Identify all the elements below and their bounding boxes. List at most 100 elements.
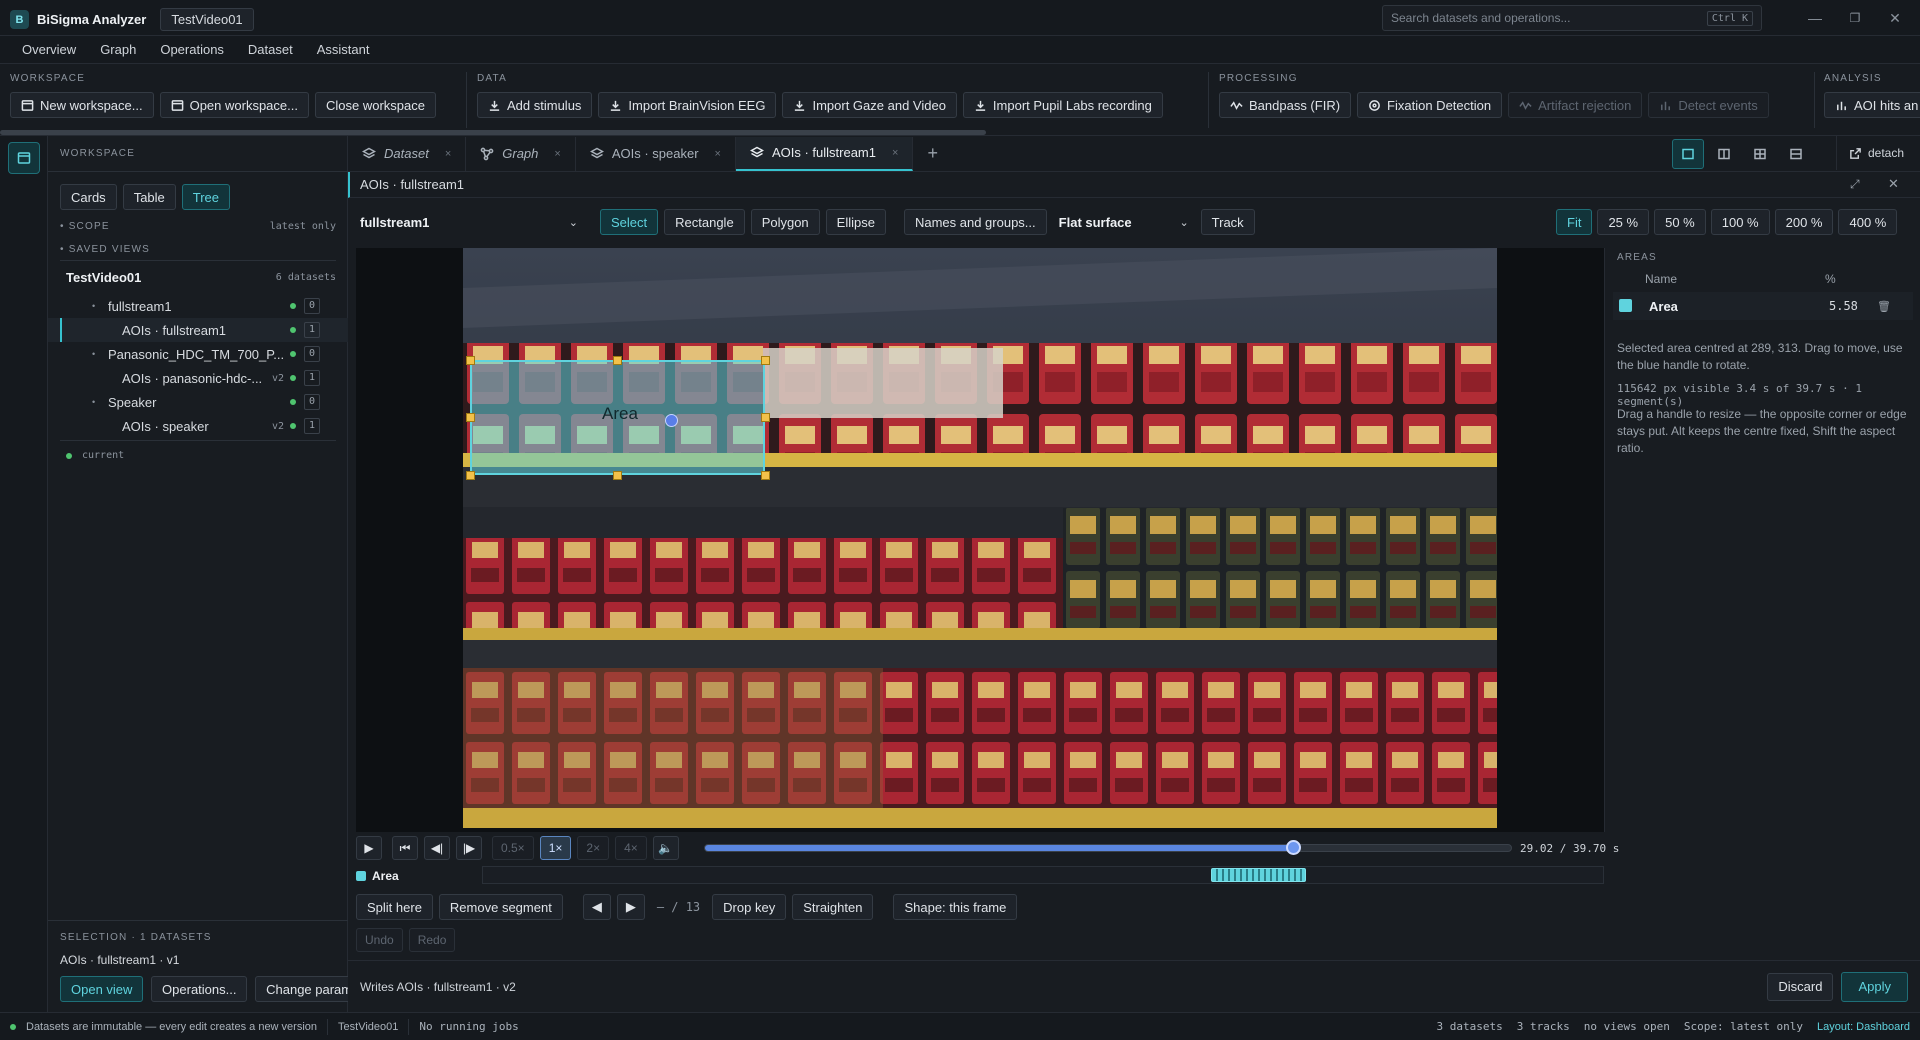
close-workspace-button[interactable]: Close workspace [314,92,436,118]
discard-button[interactable]: Discard [1767,972,1834,1001]
open-workspace-button[interactable]: Open workspace... [159,92,309,118]
tool-polygon-button[interactable]: Polygon [750,209,820,235]
layout-split-icon[interactable] [1708,139,1740,169]
apply-button[interactable]: Apply [1841,971,1908,1002]
menu-dataset[interactable]: Dataset [248,42,293,57]
surface-select[interactable]: Flat surface ⌄ [1053,209,1195,235]
close-window-icon[interactable]: ✕ [1875,10,1915,27]
play-button[interactable]: ▶ [356,836,382,860]
seek-bar[interactable] [704,840,1512,855]
resize-handle-ne[interactable] [761,356,770,365]
add-tab-icon[interactable]: + [913,143,952,164]
tree-item-aois-panasonic[interactable]: AOIs · panasonic-hdc-... v2 1 [48,366,348,390]
straighten-button[interactable]: Straighten [792,894,874,920]
expand-icon[interactable]: ⤢ [1850,177,1860,192]
status-layout[interactable]: Layout: Dashboard [1817,1021,1910,1033]
view-table-tab[interactable]: Table [122,184,176,210]
split-here-button[interactable]: Split here [356,894,433,920]
import-pupil-labs-button[interactable]: Import Pupil Labs recording [962,92,1163,118]
detect-events-button[interactable]: Detect events [1648,92,1769,118]
bandpass-button[interactable]: Bandpass (FIR) [1219,92,1352,118]
menu-graph[interactable]: Graph [100,42,136,57]
resize-handle-n[interactable] [613,356,622,365]
resize-handle-se[interactable] [761,471,770,480]
tree-item-aois-fullstream1[interactable]: AOIs · fullstream1 1 [48,318,348,342]
workspace-panel-toggle[interactable] [8,142,40,174]
change-params-button[interactable]: Change param [255,976,348,1002]
speed-05-button[interactable]: 0.5× [492,836,534,860]
tab-close-icon[interactable]: × [715,148,721,160]
tool-rectangle-button[interactable]: Rectangle [664,209,745,235]
fixation-detection-button[interactable]: Fixation Detection [1357,92,1503,118]
view-tree-tab[interactable]: Tree [181,184,231,210]
step-forward-button[interactable]: |▶ [456,836,482,860]
saved-views-label[interactable]: • SAVED VIEWS [60,244,150,255]
redo-button[interactable]: Redo [408,928,456,952]
zoom-400-button[interactable]: 400 % [1838,209,1898,235]
layout-grid-icon[interactable] [1744,139,1776,169]
tool-ellipse-button[interactable]: Ellipse [825,209,886,235]
view-cards-tab[interactable]: Cards [60,184,117,210]
volume-icon[interactable]: 🔈 [652,836,679,860]
tab-aois-fullstream1[interactable]: AOIs · fullstream1 × [735,136,914,171]
open-view-button[interactable]: Open view [60,976,144,1002]
close-panel-icon[interactable]: ✕ [1888,176,1899,192]
tree-item-fullstream1[interactable]: • fullstream1 0 [48,294,348,318]
seek-thumb[interactable] [1286,840,1302,855]
resize-handle-nw[interactable] [466,356,475,365]
tree-item-speaker[interactable]: • Speaker 0 [48,390,348,414]
trash-icon[interactable]: 🗑 [1877,300,1891,313]
speed-2-button[interactable]: 2× [577,836,610,860]
speed-1-button[interactable]: 1× [539,836,572,860]
tab-close-icon[interactable]: × [554,148,560,160]
import-brainvision-button[interactable]: Import BrainVision EEG [598,92,777,118]
drop-key-button[interactable]: Drop key [712,894,787,920]
artifact-rejection-button[interactable]: Artifact rejection [1508,92,1643,118]
skip-start-button[interactable]: ⏮ [392,836,418,860]
restore-icon[interactable]: ❐ [1835,11,1875,25]
zoom-50-button[interactable]: 50 % [1654,209,1706,235]
resize-handle-w[interactable] [466,413,475,422]
zoom-fit-button[interactable]: Fit [1556,209,1593,235]
rotate-handle[interactable] [665,414,678,427]
resize-handle-s[interactable] [613,471,622,480]
stream-select[interactable]: fullstream1 ⌄ [356,209,586,235]
timeline-segment[interactable] [1211,868,1307,882]
tab-close-icon[interactable]: × [445,148,451,160]
project-name[interactable]: TestVideo01 [160,8,254,31]
layout-single-icon[interactable] [1672,139,1704,169]
new-workspace-button[interactable]: New workspace... [10,92,154,118]
tab-close-icon[interactable]: × [892,147,898,159]
zoom-25-button[interactable]: 25 % [1597,209,1650,235]
menu-assistant[interactable]: Assistant [317,42,370,57]
tree-root[interactable]: TestVideo01 6 datasets [66,270,336,285]
names-groups-button[interactable]: Names and groups... [903,209,1047,235]
undo-button[interactable]: Undo [356,928,403,952]
video-canvas[interactable]: Area [356,248,1604,832]
operations-button[interactable]: Operations... [151,976,248,1002]
import-gaze-video-button[interactable]: Import Gaze and Video [782,92,957,118]
search-box[interactable]: Search datasets and operations... Ctrl K [1382,5,1762,31]
area-row[interactable]: Area 5.58 🗑 [1613,292,1913,320]
add-stimulus-button[interactable]: Add stimulus [477,92,593,118]
tree-item-aois-speaker[interactable]: AOIs · speaker v2 1 [48,414,348,438]
remove-segment-button[interactable]: Remove segment [438,894,563,920]
minimize-icon[interactable]: — [1795,10,1835,26]
prev-key-button[interactable]: ◀ [582,894,611,920]
step-back-button[interactable]: ◀| [424,836,450,860]
tree-item-panasonic[interactable]: • Panasonic_HDC_TM_700_P... 0 [48,342,348,366]
detach-button[interactable]: detach [1836,136,1904,170]
aoi-hits-button[interactable]: AOI hits an [1824,92,1920,118]
menu-operations[interactable]: Operations [160,42,224,57]
tab-dataset[interactable]: Dataset × [348,136,467,171]
zoom-200-button[interactable]: 200 % [1774,209,1834,235]
next-key-button[interactable]: ▶ [616,894,645,920]
tool-select-button[interactable]: Select [600,209,659,235]
zoom-100-button[interactable]: 100 % [1710,209,1770,235]
timeline-track[interactable] [482,866,1604,884]
area-color-swatch[interactable] [1619,299,1632,312]
resize-handle-sw[interactable] [466,471,475,480]
scope-row[interactable]: • SCOPE latest only [60,221,336,232]
resize-handle-e[interactable] [761,413,770,422]
toolbar-scrollbar[interactable] [0,130,986,135]
